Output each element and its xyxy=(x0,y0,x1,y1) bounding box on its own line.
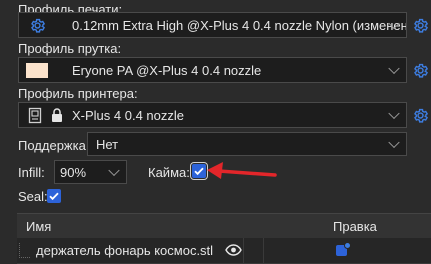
print-settings-gear-icon[interactable] xyxy=(29,17,46,34)
support-select[interactable]: Нет xyxy=(87,132,407,156)
objects-table-header: Имя Правка xyxy=(17,213,431,239)
filament-profile-value: Eryone PA @X-Plus 4 0.4 nozzle xyxy=(72,63,262,78)
lock-icon xyxy=(51,108,63,126)
print-profile-settings-icon[interactable] xyxy=(412,17,429,34)
infill-label: Infill: xyxy=(18,165,45,180)
column-divider xyxy=(243,238,244,263)
brim-label: Кайма: xyxy=(148,165,190,180)
edit-object-settings-icon[interactable] xyxy=(335,242,351,261)
chevron-down-icon xyxy=(388,107,400,120)
filament-profile-label: Профиль прутка: xyxy=(18,41,122,56)
filament-profile-select[interactable]: Eryone PA @X-Plus 4 0.4 nozzle xyxy=(18,57,407,83)
printer-settings-gear-icon[interactable] xyxy=(412,107,429,124)
support-value: Нет xyxy=(96,137,119,152)
seal-checkbox[interactable] xyxy=(47,189,61,203)
annotation-arrow-icon xyxy=(207,162,277,179)
printer-icon xyxy=(28,107,42,127)
object-name: держатель фонарь космос.stl xyxy=(36,243,214,258)
chevron-down-icon xyxy=(388,62,400,75)
filament-color-swatch[interactable] xyxy=(26,63,48,78)
infill-select[interactable]: 90% xyxy=(54,160,127,184)
print-profile-select[interactable]: 0.12mm Extra High @X-Plus 4 0.4 nozzle N… xyxy=(18,12,407,38)
infill-value: 90% xyxy=(60,165,87,180)
column-divider xyxy=(263,238,264,263)
filament-settings-gear-icon[interactable] xyxy=(412,62,429,79)
column-header-name[interactable]: Имя xyxy=(26,219,51,234)
printer-profile-select[interactable]: X-Plus 4 0.4 nozzle xyxy=(18,102,407,128)
printer-profile-label: Профиль принтера: xyxy=(18,86,138,101)
chevron-down-icon xyxy=(108,164,120,177)
column-header-edit[interactable]: Правка xyxy=(333,219,377,234)
support-label: Поддержка: xyxy=(18,138,90,153)
seal-label: Seal: xyxy=(18,189,48,204)
print-profile-value: 0.12mm Extra High @X-Plus 4 0.4 nozzle N… xyxy=(72,18,407,33)
brim-checkbox[interactable] xyxy=(190,162,208,180)
tree-line xyxy=(19,243,30,258)
printer-profile-value: X-Plus 4 0.4 nozzle xyxy=(72,108,185,123)
chevron-down-icon xyxy=(388,136,400,149)
eye-icon[interactable] xyxy=(225,244,242,259)
table-row[interactable]: держатель фонарь космос.stl xyxy=(17,238,431,264)
